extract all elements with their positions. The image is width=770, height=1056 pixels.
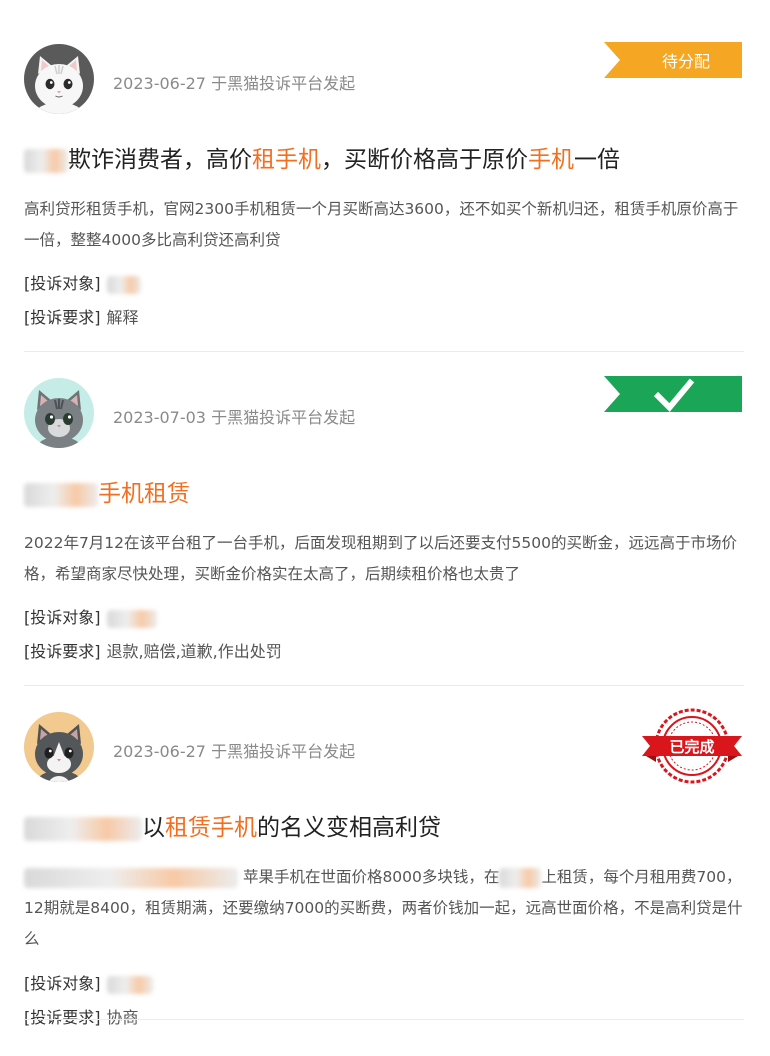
redacted-merchant-name xyxy=(24,482,98,507)
target-label: [投诉对象] xyxy=(24,608,101,627)
request-label: [投诉要求] xyxy=(24,642,101,661)
request-value: 退款,赔偿,道歉,作出处罚 xyxy=(106,642,282,661)
target-label: [投诉对象] xyxy=(24,274,101,293)
title-part: 的名义变相高利贷 xyxy=(257,815,441,841)
complaint-card[interactable]: 2023-07-03 于黑猫投诉平台发起 已回复 手机租赁 2022年7月12在… xyxy=(0,352,770,686)
status-badge: 待分配 xyxy=(604,42,742,78)
complaint-feed: 2023-06-27 于黑猫投诉平台发起 待分配 欺诈消费者，高价租手机，买断价… xyxy=(0,0,770,1056)
request-label: [投诉要求] xyxy=(24,308,101,327)
avatar[interactable] xyxy=(24,44,94,114)
request-value: 解释 xyxy=(106,308,139,327)
title-part: ，买断价格高于原价 xyxy=(321,147,528,173)
complaint-meta: 2023-06-27 于黑猫投诉平台发起 xyxy=(113,74,356,93)
avatar[interactable] xyxy=(24,378,94,448)
complaint-target: [投诉对象] xyxy=(24,970,153,994)
complaint-request: [投诉要求] 解释 xyxy=(24,304,139,328)
status-label: 待分配 xyxy=(661,52,710,71)
title-highlight: 租赁手机 xyxy=(165,815,257,841)
title-part: 以 xyxy=(142,815,165,841)
complaint-target: [投诉对象] xyxy=(24,604,157,628)
title-highlight: 手机租赁 xyxy=(98,481,190,507)
target-label: [投诉对象] xyxy=(24,974,101,993)
complaint-request: [投诉要求] 退款,赔偿,道歉,作出处罚 xyxy=(24,638,282,662)
complaint-description: 2022年7月12在该平台租了一台手机，后面发现租期到了以后还要支付5500的买… xyxy=(24,534,737,583)
request-label: [投诉要求] xyxy=(24,1008,101,1027)
status-badge: 已完成 xyxy=(640,708,744,784)
redacted-merchant-name xyxy=(24,148,68,173)
white-cat-avatar-icon xyxy=(24,44,94,114)
complaint-description: 苹果手机在世面价格8000多块钱，在 上租赁，每个月租用费700，12期就是840… xyxy=(24,862,746,955)
title-highlight: 租手机 xyxy=(252,147,321,173)
status-label: 已完成 xyxy=(669,737,715,756)
complaint-meta: 2023-06-27 于黑猫投诉平台发起 xyxy=(113,742,356,761)
complaint-target: [投诉对象] xyxy=(24,270,141,294)
complaint-card[interactable]: 2023-06-27 于黑猫投诉平台发起 待分配 欺诈消费者，高价租手机，买断价… xyxy=(0,18,770,352)
redacted-target xyxy=(106,609,157,628)
grey-tabby-cat-avatar-icon xyxy=(24,378,94,448)
complaint-title[interactable]: 欺诈消费者，高价租手机，买断价格高于原价手机一倍 xyxy=(24,144,746,176)
complaint-description: 高利贷形租赁手机，官网2300手机租赁一个月买断高达3600，还不如买个新机归还… xyxy=(24,200,739,249)
complaint-meta: 2023-07-03 于黑猫投诉平台发起 xyxy=(113,408,356,427)
status-label: 已回复 xyxy=(751,362,768,429)
redacted-target xyxy=(106,975,153,994)
status-badge: 已回复 xyxy=(604,362,767,429)
checkmark-icon xyxy=(605,376,743,412)
grey-white-cat-avatar-icon xyxy=(24,712,94,782)
redacted-merchant-name xyxy=(24,816,142,841)
request-value: 协商 xyxy=(106,1008,139,1027)
title-highlight: 手机 xyxy=(528,147,574,173)
title-part: 一倍 xyxy=(574,147,620,173)
description-part: 苹果手机在世面价格8000多块钱，在 xyxy=(242,868,500,886)
title-part: 欺诈消费者，高价 xyxy=(68,147,252,173)
redacted-target xyxy=(106,275,141,294)
complaint-title[interactable]: 手机租赁 xyxy=(24,478,746,510)
redacted-text xyxy=(499,867,542,888)
avatar[interactable] xyxy=(24,712,94,782)
complaint-title[interactable]: 以租赁手机的名义变相高利贷 xyxy=(24,812,746,844)
redacted-text xyxy=(24,867,238,888)
complaint-request: [投诉要求] 协商 xyxy=(24,1004,139,1028)
complaint-card[interactable]: 2023-06-27 于黑猫投诉平台发起 已完成 以租赁手机的名义变相高利贷 苹… xyxy=(0,686,770,1027)
